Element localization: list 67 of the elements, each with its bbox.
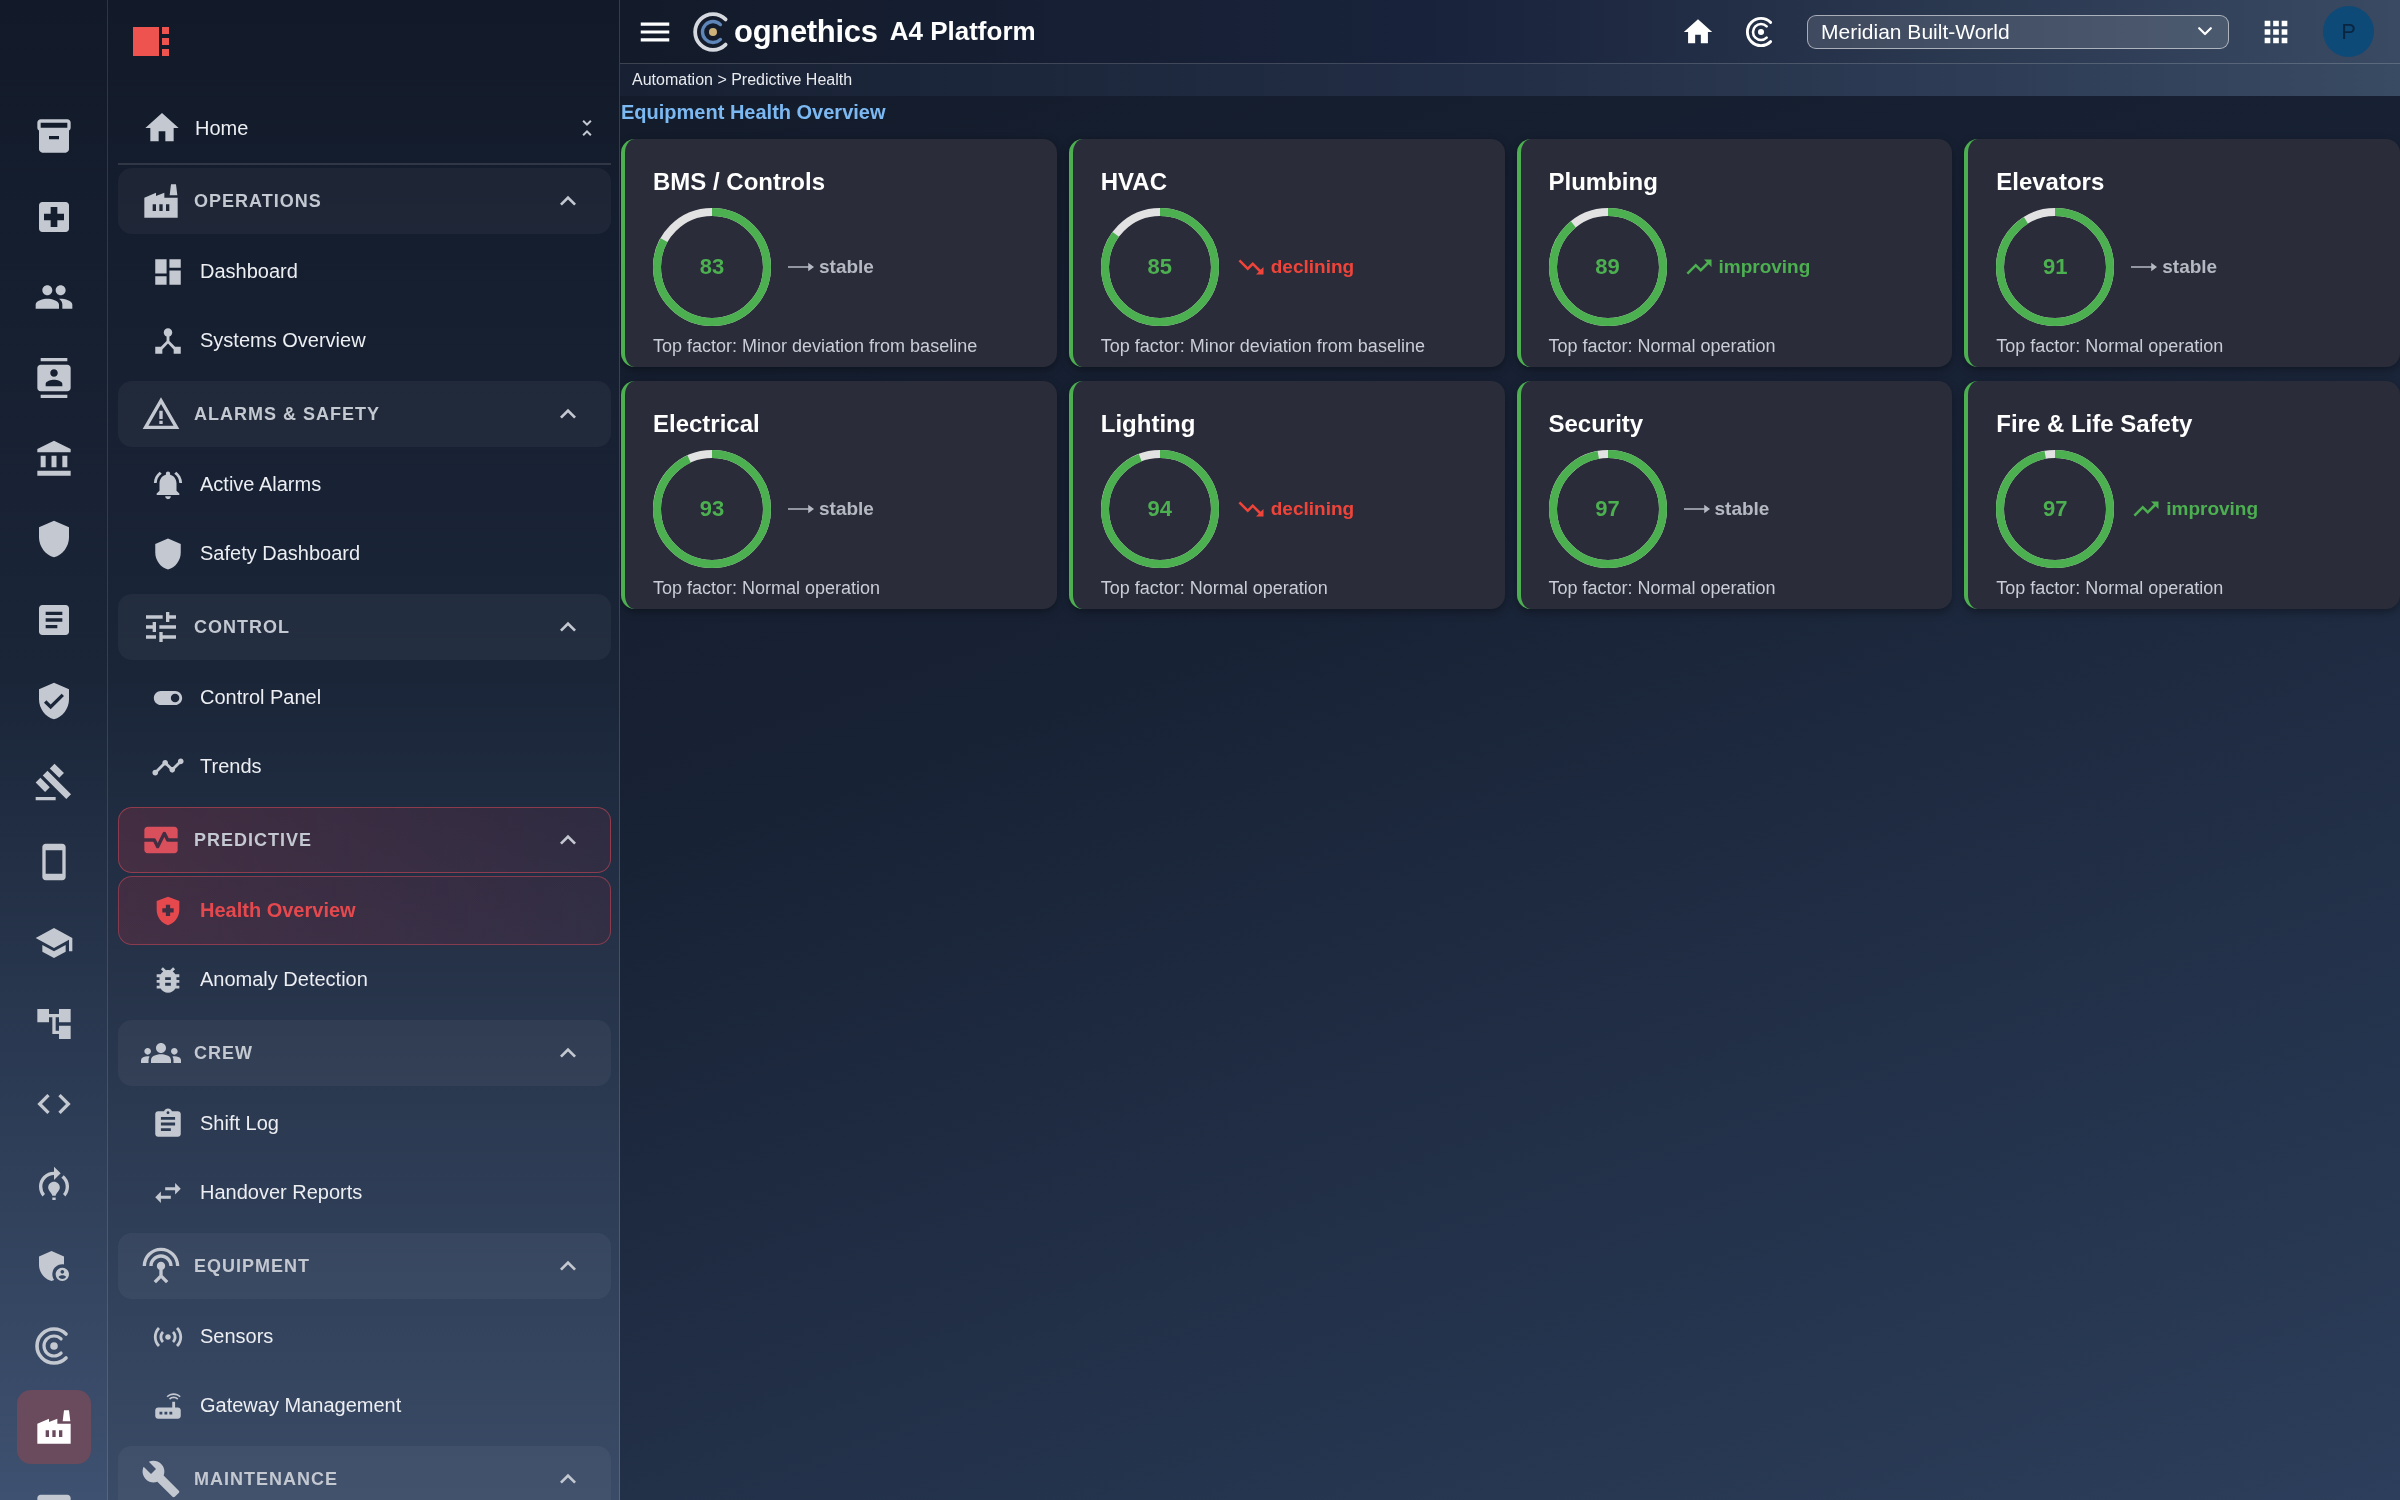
nav-item[interactable]: Handover Reports [118, 1158, 611, 1227]
nav-item[interactable]: Anomaly Detection [118, 945, 611, 1014]
card-title: Elevators [1996, 167, 2105, 197]
score-value: 93 [699, 498, 725, 520]
score-value: 85 [1147, 256, 1172, 278]
wrench-icon [141, 1459, 181, 1499]
top-factor-text: Top factor: Minor deviation from baseline [1100, 335, 1425, 357]
card-title: Lighting [1100, 409, 1196, 439]
gavel-icon[interactable] [33, 761, 74, 802]
trend-label: stable [819, 256, 874, 278]
top-factor-text: Top factor: Normal operation [1548, 577, 1776, 599]
card-title: Electrical [653, 409, 760, 439]
card-title: Plumbing [1548, 167, 1658, 197]
nav-item[interactable]: Control Panel [118, 663, 611, 732]
nav-item[interactable]: Active Alarms [118, 450, 611, 519]
nav-item[interactable]: Trends [118, 732, 611, 801]
section-header[interactable]: ALARMS & SAFETY [118, 381, 611, 447]
caret-icon [2198, 27, 2212, 36]
long-arrow-icon [788, 262, 814, 272]
top-factor-text: Top factor: Normal operation [1100, 577, 1328, 599]
trend-label: stable [819, 498, 874, 520]
top-factor-text: Top factor: Normal operation [1548, 335, 1776, 357]
section-header[interactable]: CREW [118, 1020, 611, 1086]
card-title: Security [1548, 409, 1644, 439]
antenna-icon [141, 1246, 181, 1286]
brand-name: ognethics [734, 13, 878, 50]
trend-label: improving [1718, 256, 1811, 278]
score-value: 83 [699, 256, 725, 278]
top-factor-text: Top factor: Minor deviation from baseline [653, 335, 978, 357]
card-title: Fire & Life Safety [1996, 409, 2193, 439]
trend-label: declining [1270, 498, 1355, 520]
section-header[interactable]: OPERATIONS [118, 168, 611, 234]
top-factor-text: Top factor: Normal operation [1996, 335, 2224, 357]
site-select[interactable]: Meridian Built-World [1807, 14, 2229, 49]
score-value: 97 [2043, 498, 2068, 520]
score-value: 94 [1147, 498, 1172, 520]
breadcrumb: Automation > Predictive Health [632, 71, 853, 89]
score-value: 91 [2043, 256, 2068, 278]
home-link[interactable]: Home [118, 108, 249, 148]
nav-item[interactable]: Shift Log [118, 1089, 611, 1158]
trend-label: declining [1270, 256, 1355, 278]
top-factor-text: Top factor: Normal operation [653, 577, 881, 599]
long-arrow-icon [788, 504, 814, 514]
trend-label: stable [2162, 256, 2218, 278]
page-title: Equipment Health Overview [621, 100, 886, 125]
nav-item[interactable]: Systems Overview [118, 306, 611, 375]
nav-item[interactable]: Safety Dashboard [118, 519, 611, 588]
section-header[interactable]: MAINTENANCE [118, 1446, 611, 1500]
score-value: 89 [1595, 256, 1620, 278]
section-header[interactable]: EQUIPMENT [118, 1233, 611, 1299]
trend-label: stable [1714, 498, 1770, 520]
rail-button[interactable] [16, 1390, 91, 1464]
long-arrow-icon [1683, 504, 1710, 514]
logo-icon [133, 27, 169, 56]
nav-item[interactable]: Dashboard [118, 237, 611, 306]
card-title: BMS / Controls [653, 167, 825, 197]
trend-label: improving [2166, 498, 2259, 520]
section-header[interactable]: PREDICTIVE [118, 807, 611, 873]
top-factor-text: Top factor: Normal operation [1996, 577, 2224, 599]
card-title: HVAC [1100, 167, 1167, 197]
factory-icon [141, 181, 181, 221]
product-name: A4 Platform [889, 16, 1036, 47]
long-arrow-icon [2131, 262, 2158, 272]
score-value: 97 [1595, 498, 1620, 520]
section-header[interactable]: CONTROL [118, 594, 611, 660]
nav-item[interactable]: Gateway Management [118, 1371, 611, 1440]
nav-item[interactable]: Sensors [118, 1302, 611, 1371]
